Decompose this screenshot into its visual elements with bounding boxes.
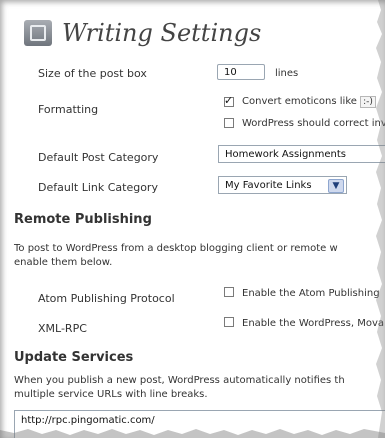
convert-emoticons-option: Convert emoticons like :-) bbox=[242, 96, 376, 108]
update-services-heading: Update Services bbox=[14, 350, 134, 365]
correct-xhtml-checkbox[interactable] bbox=[224, 118, 234, 128]
default-link-category-value: My Favorite Links bbox=[225, 180, 312, 191]
update-services-description-line2: multiple service URLs with line breaks. bbox=[14, 389, 208, 400]
atom-publishing-label: Atom Publishing Protocol bbox=[38, 292, 175, 305]
atom-publishing-checkbox[interactable] bbox=[224, 287, 234, 297]
xmlrpc-option: Enable the WordPress, Mova bbox=[242, 318, 385, 329]
writing-settings-icon bbox=[24, 20, 52, 46]
default-post-category-select[interactable]: Homework Assignments bbox=[218, 145, 385, 163]
formatting-label: Formatting bbox=[38, 103, 99, 116]
post-box-size-suffix: lines bbox=[275, 68, 299, 79]
remote-publishing-description-line2: enable them below. bbox=[14, 257, 113, 268]
convert-emoticons-text: Convert emoticons like bbox=[242, 96, 361, 107]
atom-publishing-option: Enable the Atom Publishing bbox=[242, 288, 380, 299]
xmlrpc-checkbox[interactable] bbox=[224, 317, 234, 327]
correct-xhtml-option: WordPress should correct inv bbox=[242, 118, 385, 129]
post-box-size-input[interactable]: 10 bbox=[217, 64, 265, 80]
page-title: Writing Settings bbox=[62, 19, 262, 47]
default-link-category-label: Default Link Category bbox=[38, 181, 158, 194]
default-post-category-label: Default Post Category bbox=[38, 151, 159, 164]
default-post-category-value: Homework Assignments bbox=[225, 149, 346, 160]
post-box-size-label: Size of the post box bbox=[38, 67, 147, 80]
torn-edge-right bbox=[376, 0, 385, 438]
page-header: Writing Settings bbox=[24, 18, 261, 48]
remote-publishing-description: To post to WordPress from a desktop blog… bbox=[14, 242, 374, 270]
torn-edge-bottom bbox=[0, 429, 385, 438]
remote-publishing-description-line1: To post to WordPress from a desktop blog… bbox=[14, 243, 338, 254]
remote-publishing-heading: Remote Publishing bbox=[14, 212, 152, 227]
convert-emoticons-checkbox[interactable] bbox=[224, 94, 234, 107]
update-services-description-line1: When you publish a new post, WordPress a… bbox=[14, 375, 345, 386]
xmlrpc-label: XML-RPC bbox=[38, 322, 87, 335]
screenshot: Writing Settings Size of the post box 10… bbox=[0, 0, 385, 438]
writing-settings-panel: Writing Settings Size of the post box 10… bbox=[0, 0, 385, 438]
chevron-down-icon[interactable]: ▼ bbox=[328, 179, 344, 193]
update-services-description: When you publish a new post, WordPress a… bbox=[14, 374, 374, 402]
default-link-category-select[interactable]: My Favorite Links ▼ bbox=[218, 176, 347, 194]
